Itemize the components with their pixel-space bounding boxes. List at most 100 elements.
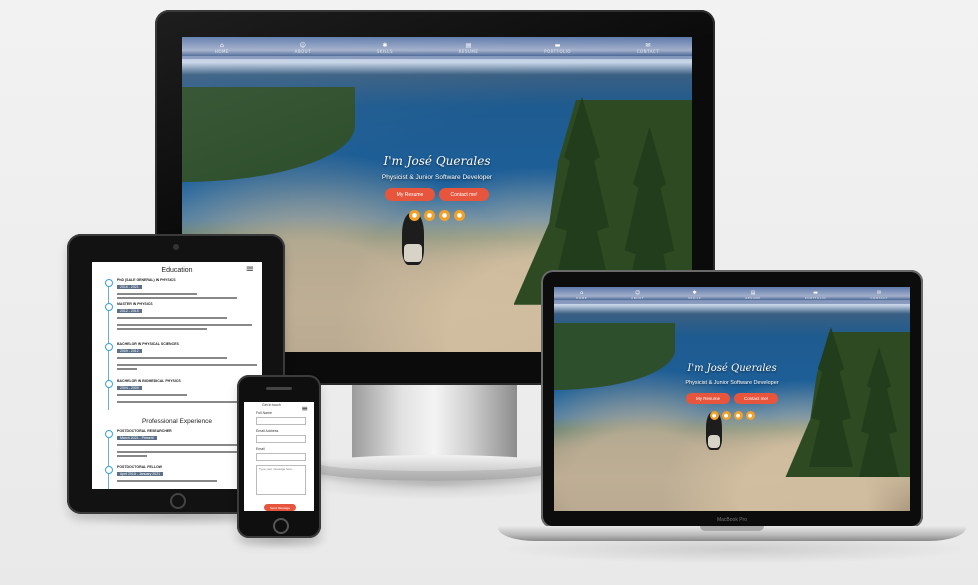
contact-button[interactable]: Contact me! — [734, 393, 778, 404]
timeline-date: 2016 - 2021 — [117, 285, 142, 289]
email-icon[interactable]: ● — [454, 210, 465, 221]
send-button[interactable]: Send Message — [264, 504, 296, 511]
nav-label: SKILLS — [688, 296, 702, 300]
email-input[interactable] — [256, 435, 306, 443]
laptop-screen: ⌂ HOME ☺ ABOUT ✱ SKILLS ▤ RESUME ▬ PORTFOLIO … — [554, 287, 910, 511]
resume-button[interactable]: My Resume — [686, 393, 730, 404]
file-icon[interactable]: ● — [733, 411, 743, 420]
nav-contact[interactable]: ✉ CONTACT — [636, 42, 660, 54]
social-links: ● ● ● ● — [182, 210, 692, 221]
hero-buttons: My Resume Contact me! — [182, 188, 692, 201]
text-line — [117, 324, 252, 326]
text-line — [117, 364, 257, 366]
timeline-date: April 2018 - January 2021 — [117, 472, 164, 476]
nav-contact[interactable]: ✉ CONTACT — [870, 291, 888, 301]
tablet-home-button — [170, 493, 186, 509]
name-input[interactable] — [256, 417, 306, 425]
nav-label: RESUME — [458, 48, 479, 54]
hero-subtitle: Physicist & Junior Software Developer — [685, 380, 779, 386]
text-line — [117, 451, 257, 453]
navbar: ⌂ HOME ☺ ABOUT ✱ SKILLS ▤ RESUME ▬ PORTFOLIO … — [182, 37, 692, 59]
laptop-notch — [700, 526, 764, 531]
text-line — [117, 401, 242, 403]
nav-skills[interactable]: ✱ SKILLS — [376, 42, 394, 54]
email-confirm-input[interactable] — [256, 453, 306, 461]
nav-label: PORTFOLIO — [544, 48, 572, 54]
timeline-dot — [105, 303, 113, 311]
github-icon[interactable]: ● — [409, 210, 420, 221]
timeline-dot — [105, 343, 113, 351]
nav-label: CONTACT — [636, 48, 660, 54]
nav-portfolio[interactable]: ▬ PORTFOLIO — [544, 42, 572, 54]
field-label: Full Name — [256, 411, 272, 415]
text-line — [117, 480, 217, 482]
nav-label: SKILLS — [376, 48, 394, 54]
nav-home[interactable]: ⌂ HOME — [214, 42, 229, 54]
tablet-camera — [173, 244, 179, 250]
nav-resume[interactable]: ▤ RESUME — [745, 291, 761, 301]
timeline-heading: BACHELOR IN PHYSICAL SCIENCES — [117, 342, 179, 346]
text-line — [117, 444, 237, 446]
nav-skills[interactable]: ✱ SKILLS — [688, 291, 702, 301]
monitor-stand-neck — [352, 385, 517, 460]
hero-buttons: My Resume Contact me! — [554, 393, 910, 404]
timeline-dot — [105, 380, 113, 388]
nav-about[interactable]: ☺ ABOUT — [294, 42, 312, 54]
file-icon[interactable]: ● — [439, 210, 450, 221]
timeline-date: 2009 - 2012 — [117, 349, 142, 353]
contact-button[interactable]: Contact me! — [439, 188, 489, 201]
text-line — [117, 328, 207, 330]
hamburger-icon[interactable]: ≡ — [246, 264, 254, 275]
timeline-dot — [105, 430, 113, 438]
hero-title: I'm José Querales — [687, 363, 777, 374]
text-line — [117, 455, 147, 457]
social-links: ● ● ● ● — [554, 411, 910, 420]
text-line — [117, 394, 187, 396]
timeline-date: March 2021 - Present — [117, 436, 157, 440]
nav-label: ABOUT — [294, 48, 312, 54]
phone-home-button — [273, 518, 289, 534]
nav-home[interactable]: ⌂ HOME — [576, 291, 588, 301]
nav-label: ABOUT — [631, 296, 645, 300]
timeline-line — [108, 430, 109, 489]
linkedin-icon[interactable]: ● — [721, 411, 731, 420]
text-line — [117, 368, 137, 370]
timeline-heading: BACHELOR IN BIOMEDICAL PHYSICS — [117, 379, 181, 383]
linkedin-icon[interactable]: ● — [424, 210, 435, 221]
hero-subtitle: Physicist & Junior Software Developer — [381, 174, 493, 181]
timeline-date: 2012 - 2015 — [117, 309, 142, 313]
monitor-stand-base-top — [318, 455, 552, 471]
contact-heading: Get in touch — [262, 403, 281, 407]
nav-about[interactable]: ☺ ABOUT — [631, 291, 645, 301]
text-line — [117, 297, 237, 299]
hero-title: I'm José Querales — [383, 154, 491, 168]
nav-portfolio[interactable]: ▬ PORTFOLIO — [804, 291, 827, 301]
message-textarea[interactable]: Type your message here... — [256, 465, 306, 495]
resume-button[interactable]: My Resume — [385, 188, 435, 201]
text-line — [117, 357, 227, 359]
timeline-heading: PhD (SALE GENERAL) IN PHYSICS — [117, 278, 176, 282]
phone-screen: Get in touch ≡ Full Name Email Address E… — [244, 402, 314, 511]
nav-label: HOME — [576, 296, 588, 300]
nav-label: HOME — [214, 48, 229, 54]
text-line — [117, 317, 227, 319]
navbar: ⌂ HOME ☺ ABOUT ✱ SKILLS ▤ RESUME ▬ PORTFOLIO … — [554, 287, 910, 304]
hamburger-icon[interactable]: ≡ — [301, 404, 308, 413]
field-label: Email — [256, 447, 265, 451]
phone-speaker — [266, 387, 292, 390]
timeline-heading: MASTER IN PHYSICS — [117, 302, 153, 306]
nav-label: RESUME — [745, 296, 761, 300]
education-heading: Education — [161, 267, 193, 274]
timeline-dot — [105, 279, 113, 287]
timeline-heading: POSTDOCTORAL FELLOW — [117, 465, 162, 469]
email-icon[interactable]: ● — [745, 411, 755, 420]
nav-resume[interactable]: ▤ RESUME — [458, 42, 479, 54]
message-placeholder: Type your message here... — [259, 467, 295, 471]
field-label: Email Address — [256, 429, 279, 433]
github-icon[interactable]: ● — [709, 411, 719, 420]
timeline-date: 2004 - 2009 — [117, 386, 142, 390]
text-line — [117, 293, 197, 295]
nav-label: PORTFOLIO — [804, 296, 827, 300]
laptop-brand: MacBook Pro — [716, 517, 747, 523]
timeline-heading: POSTDOCTORAL RESEARCHER — [117, 429, 172, 433]
